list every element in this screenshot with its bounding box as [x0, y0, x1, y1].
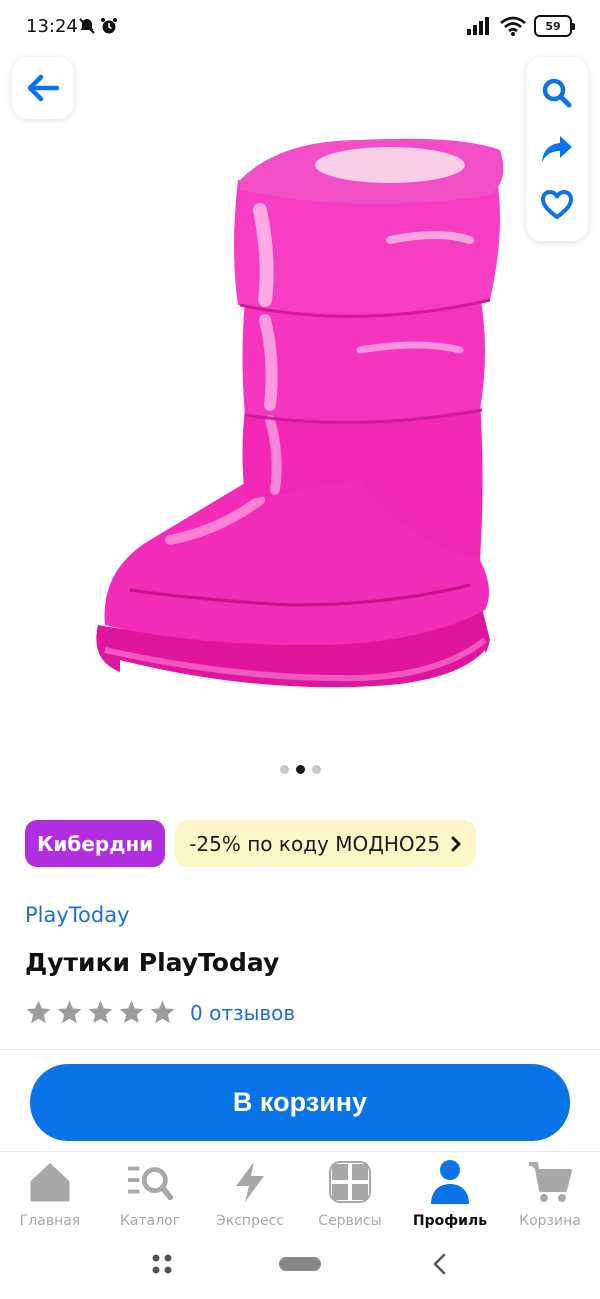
heart-icon	[541, 190, 573, 219]
add-to-cart-button[interactable]: В корзину	[30, 1064, 570, 1141]
signal-icon	[467, 17, 489, 35]
bottom-navigation: Главная Каталог Экспресс Сервисы Профиль…	[0, 1151, 600, 1231]
divider	[0, 1049, 600, 1050]
home-pill[interactable]	[279, 1257, 321, 1271]
arrow-left-icon	[27, 74, 60, 102]
back-button[interactable]	[12, 57, 74, 119]
nav-label-services: Сервисы	[318, 1213, 382, 1229]
reviews-link[interactable]: 0 отзывов	[190, 1001, 295, 1025]
cyberdays-badge[interactable]: Кибердни	[25, 820, 166, 867]
wifi-icon	[500, 16, 526, 36]
brand-link[interactable]: PlayToday	[25, 903, 130, 927]
chevron-right-icon	[451, 836, 461, 851]
nav-label-catalog: Каталог	[119, 1213, 181, 1229]
search-icon	[542, 78, 572, 108]
promo-code-text: -25% по коду МОДНО25	[189, 831, 441, 856]
nav-item-home[interactable]: Главная	[0, 1152, 100, 1231]
alarm-icon	[101, 18, 117, 34]
home-icon	[30, 1163, 70, 1202]
nav-item-express[interactable]: Экспресс	[200, 1152, 300, 1231]
cart-icon	[529, 1162, 572, 1202]
nav-item-catalog[interactable]: Каталог	[100, 1152, 200, 1231]
share-icon	[542, 136, 572, 162]
system-back-icon[interactable]	[428, 1252, 452, 1276]
mute-icon	[79, 18, 95, 34]
system-navigation-bar	[0, 1232, 600, 1299]
status-time: 13:24	[26, 16, 78, 37]
gallery-pagination	[0, 765, 600, 774]
star-icon	[119, 1000, 144, 1024]
profile-icon	[431, 1160, 469, 1204]
share-button[interactable]	[535, 127, 579, 171]
favorite-button[interactable]	[535, 183, 579, 227]
star-icon	[26, 1000, 51, 1024]
nav-item-services[interactable]: Сервисы	[300, 1152, 400, 1231]
star-icon	[88, 1000, 113, 1024]
product-image[interactable]	[60, 120, 540, 720]
status-bar: 13:24 59	[0, 0, 600, 56]
promo-row: Кибердни -25% по коду МОДНО25	[25, 820, 477, 867]
nav-item-profile[interactable]: Профиль	[400, 1152, 500, 1231]
promo-code-banner[interactable]: -25% по коду МОДНО25	[175, 820, 477, 867]
catalog-search-icon	[127, 1166, 174, 1201]
gallery-dot[interactable]	[311, 765, 321, 774]
product-title: Дутики PlayToday	[25, 948, 280, 977]
search-button[interactable]	[535, 71, 579, 115]
gallery-dot[interactable]	[279, 765, 289, 774]
nav-label-express: Экспресс	[216, 1213, 284, 1229]
nav-label-cart: Корзина	[519, 1213, 581, 1229]
battery-indicator: 59	[534, 15, 575, 37]
nav-label-home: Главная	[19, 1213, 81, 1229]
nav-item-cart[interactable]: Корзина	[500, 1152, 600, 1231]
recent-apps-icon[interactable]	[150, 1252, 174, 1276]
nav-label-profile: Профиль	[412, 1213, 488, 1229]
star-icon	[150, 1000, 175, 1024]
lightning-icon	[236, 1162, 264, 1202]
gallery-dot-active[interactable]	[295, 765, 305, 774]
rating-row[interactable]: 0 отзывов	[25, 999, 295, 1026]
boot-illustration	[96, 138, 504, 705]
services-grid-icon	[329, 1161, 371, 1203]
star-icon	[57, 1000, 82, 1024]
